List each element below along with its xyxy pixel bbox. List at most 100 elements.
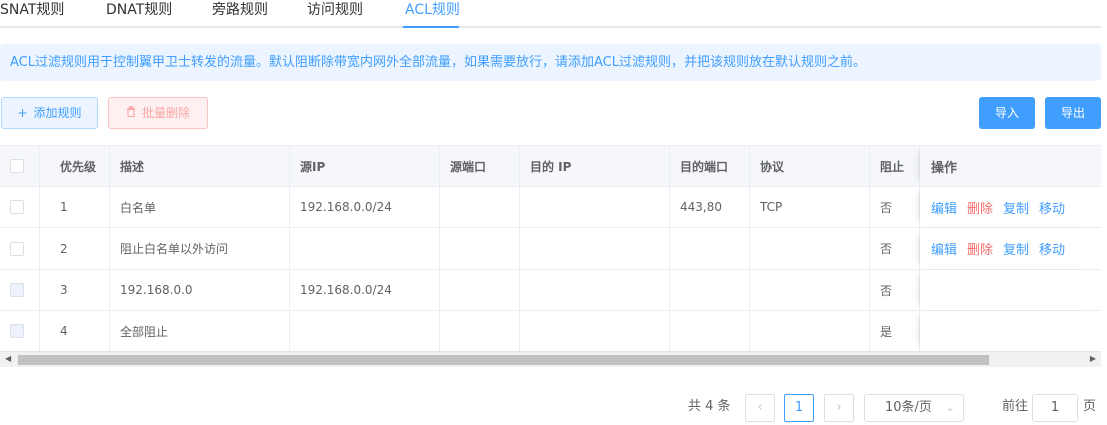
- info-alert: ACL过滤规则用于控制翼甲卫士转发的流量。默认阻断除带宽内网外全部流量，如果需要…: [0, 44, 1101, 81]
- cell-src-port: [440, 270, 520, 310]
- cell-src-ip: 192.168.0.0/24: [290, 270, 440, 310]
- acl-rules-table: 优先级 描述 源IP 源端口 目的 IP 目的端口 协议 阻止 操作 1 白名单…: [0, 145, 1101, 367]
- goto-prefix: 前往: [1002, 399, 1029, 414]
- prev-page-button[interactable]: ‹: [745, 394, 775, 422]
- page-number-button[interactable]: 1: [784, 394, 814, 422]
- cell-dst-port: [670, 228, 750, 269]
- select-all-cell: [0, 146, 40, 186]
- select-all-checkbox[interactable]: [10, 159, 24, 173]
- cell-actions: 编辑 删除 复制 移动: [920, 228, 1101, 269]
- scroll-left-icon[interactable]: ◀: [5, 354, 11, 363]
- cell-src-port: [440, 187, 520, 227]
- horizontal-scrollbar[interactable]: ◀ ▶: [0, 351, 1101, 367]
- cell-src-port: [440, 311, 520, 351]
- chevron-down-icon: ⌄: [945, 401, 955, 414]
- table-header: 优先级 描述 源IP 源端口 目的 IP 目的端口 协议 阻止 操作: [0, 146, 1101, 187]
- batch-delete-button[interactable]: 批量删除: [108, 97, 208, 129]
- cell-priority: 4: [50, 311, 110, 351]
- row-checkbox-disabled: [10, 283, 24, 297]
- goto-suffix: 页: [1083, 399, 1097, 414]
- tab-dnat[interactable]: DNAT规则: [106, 0, 172, 26]
- col-block: 阻止: [870, 146, 920, 186]
- tab-snat[interactable]: SNAT规则: [0, 0, 64, 26]
- cell-priority: 1: [50, 187, 110, 227]
- cell-actions: [920, 270, 1101, 310]
- row-select-cell: [0, 187, 40, 227]
- cell-description: 阻止白名单以外访问: [110, 228, 290, 269]
- cell-block: 否: [870, 187, 920, 227]
- page-size-select[interactable]: 10条/页 ⌄: [864, 394, 964, 422]
- cell-dst-ip: [520, 228, 670, 269]
- chevron-left-icon: ‹: [757, 400, 763, 415]
- col-protocol: 协议: [750, 146, 870, 186]
- table-row: 2 阻止白名单以外访问 否 编辑 删除 复制 移动: [0, 228, 1101, 270]
- cell-priority: 3: [50, 270, 110, 310]
- export-button[interactable]: 导出: [1045, 97, 1101, 129]
- cell-priority: 2: [50, 228, 110, 269]
- row-select-cell: [0, 270, 40, 310]
- copy-link[interactable]: 复制: [1003, 198, 1029, 217]
- cell-dst-port: [670, 270, 750, 310]
- page-size-value: 10条/页: [885, 400, 932, 415]
- col-src-port: 源端口: [440, 146, 520, 186]
- col-description: 描述: [110, 146, 290, 186]
- cell-dst-ip: [520, 187, 670, 227]
- table-row: 1 白名单 192.168.0.0/24 443,80 TCP 否 编辑 删除 …: [0, 187, 1101, 228]
- row-checkbox-disabled: [10, 324, 24, 338]
- scrollbar-thumb[interactable]: [18, 355, 989, 365]
- cell-description: 白名单: [110, 187, 290, 227]
- cell-dst-ip: [520, 270, 670, 310]
- cell-description: 全部阻止: [110, 311, 290, 351]
- tab-acl[interactable]: ACL规则: [405, 0, 460, 26]
- cell-block: 否: [870, 228, 920, 269]
- tab-bar: SNAT规则 DNAT规则 旁路规则 访问规则 ACL规则: [0, 0, 1101, 28]
- copy-link[interactable]: 复制: [1003, 239, 1029, 258]
- cell-block: 否: [870, 270, 920, 310]
- add-rule-label: 添加规则: [33, 106, 82, 120]
- tab-bypass[interactable]: 旁路规则: [212, 0, 268, 26]
- row-select-cell: [0, 228, 40, 269]
- pagination-total: 共 4 条: [688, 399, 731, 414]
- cell-src-port: [440, 228, 520, 269]
- row-checkbox[interactable]: [10, 200, 24, 214]
- batch-delete-label: 批量删除: [141, 106, 190, 120]
- move-link[interactable]: 移动: [1039, 239, 1065, 258]
- cell-actions: 编辑 删除 复制 移动: [920, 187, 1101, 227]
- tab-access[interactable]: 访问规则: [307, 0, 363, 26]
- plus-icon: +: [17, 106, 28, 120]
- cell-block: 是: [870, 311, 920, 351]
- cell-dst-port: [670, 311, 750, 351]
- row-checkbox[interactable]: [10, 241, 24, 256]
- edit-link[interactable]: 编辑: [931, 239, 957, 258]
- import-button[interactable]: 导入: [979, 97, 1035, 129]
- col-priority: 优先级: [50, 146, 110, 186]
- next-page-button[interactable]: ›: [824, 394, 854, 422]
- cell-protocol: [750, 228, 870, 269]
- cell-dst-port: 443,80: [670, 187, 750, 227]
- active-tab-indicator: [403, 26, 459, 28]
- table-row: 3 192.168.0.0 192.168.0.0/24 否: [0, 270, 1101, 311]
- cell-dst-ip: [520, 311, 670, 351]
- add-rule-button[interactable]: + 添加规则: [1, 97, 98, 129]
- col-src-ip: 源IP: [290, 146, 440, 186]
- delete-link[interactable]: 删除: [967, 198, 993, 217]
- delete-link[interactable]: 删除: [967, 239, 993, 258]
- cell-protocol: [750, 270, 870, 310]
- col-dst-port: 目的端口: [670, 146, 750, 186]
- cell-protocol: TCP: [750, 187, 870, 227]
- cell-src-ip: 192.168.0.0/24: [290, 187, 440, 227]
- goto-page-input[interactable]: 1: [1032, 394, 1078, 422]
- cell-src-ip: [290, 311, 440, 351]
- alert-text: ACL过滤规则用于控制翼甲卫士转发的流量。默认阻断除带宽内网外全部流量，如果需要…: [10, 55, 866, 70]
- col-dst-ip: 目的 IP: [520, 146, 670, 186]
- cell-description: 192.168.0.0: [110, 270, 290, 310]
- row-select-cell: [0, 311, 40, 351]
- chevron-right-icon: ›: [836, 400, 842, 415]
- trash-icon: [126, 98, 136, 128]
- cell-protocol: [750, 311, 870, 351]
- edit-link[interactable]: 编辑: [931, 198, 957, 217]
- cell-actions: [920, 311, 1101, 351]
- move-link[interactable]: 移动: [1039, 198, 1065, 217]
- scroll-right-icon[interactable]: ▶: [1090, 354, 1096, 363]
- cell-src-ip: [290, 228, 440, 269]
